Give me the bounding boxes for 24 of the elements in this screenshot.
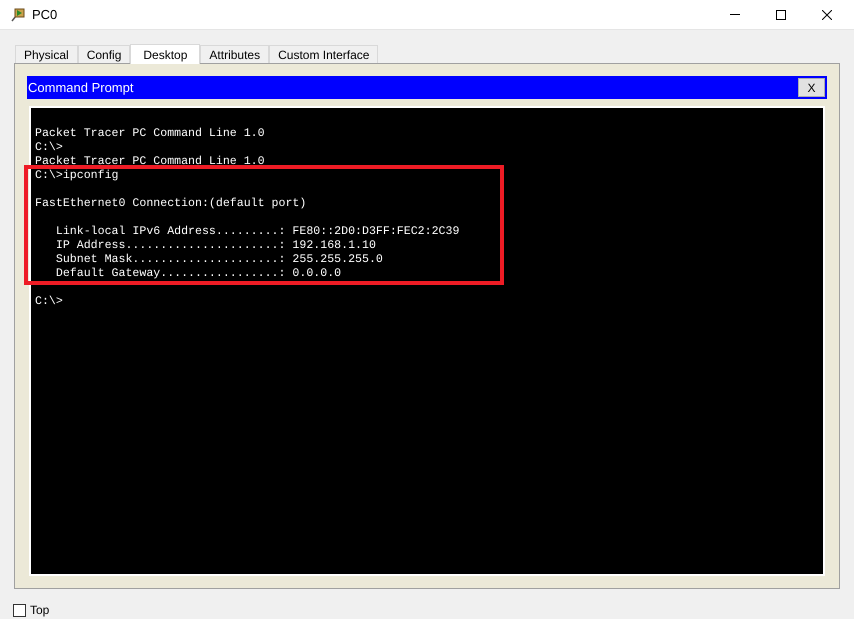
tab[interactable]: Attributes xyxy=(200,45,270,63)
checkbox-label: Top xyxy=(30,602,50,619)
terminal-line: Subnet Mask.....................: 255.255.255.0 xyxy=(54,253,384,267)
command-prompt-title: Command Prompt xyxy=(28,78,134,97)
terminal-line: C:\> xyxy=(35,141,64,155)
minimize-icon xyxy=(730,14,740,15)
checkbox[interactable] xyxy=(13,604,26,616)
terminal-line: Link-local IPv6 Address.........: FE80::2D0:D3FF:FEC2:2C39 xyxy=(54,225,460,239)
tab[interactable]: Desktop xyxy=(130,44,200,64)
maximize-icon xyxy=(776,10,786,20)
tab[interactable]: Config xyxy=(78,45,130,63)
tab[interactable]: Custom Interface xyxy=(269,45,378,63)
terminal-line: FastEthernet0 Connection:(default port) xyxy=(35,197,308,211)
terminal-line: C:\> xyxy=(35,295,64,309)
pc-app-icon xyxy=(10,6,26,22)
terminal-line: Default Gateway.................: 0.0.0.0 xyxy=(54,267,342,281)
terminal-line: Packet Tracer PC Command Line 1.0 xyxy=(35,127,266,141)
terminal-line: Packet Tracer PC Command Line 1.0 xyxy=(35,155,266,169)
close-button[interactable]: X xyxy=(798,78,825,97)
terminal-line: C:\>ipconfig xyxy=(35,169,120,183)
tab[interactable]: Physical xyxy=(15,45,78,63)
terminal-line: IP Address......................: 192.168.1.10 xyxy=(54,239,377,253)
close-icon xyxy=(822,10,832,20)
window-title: PC0 xyxy=(32,6,58,24)
